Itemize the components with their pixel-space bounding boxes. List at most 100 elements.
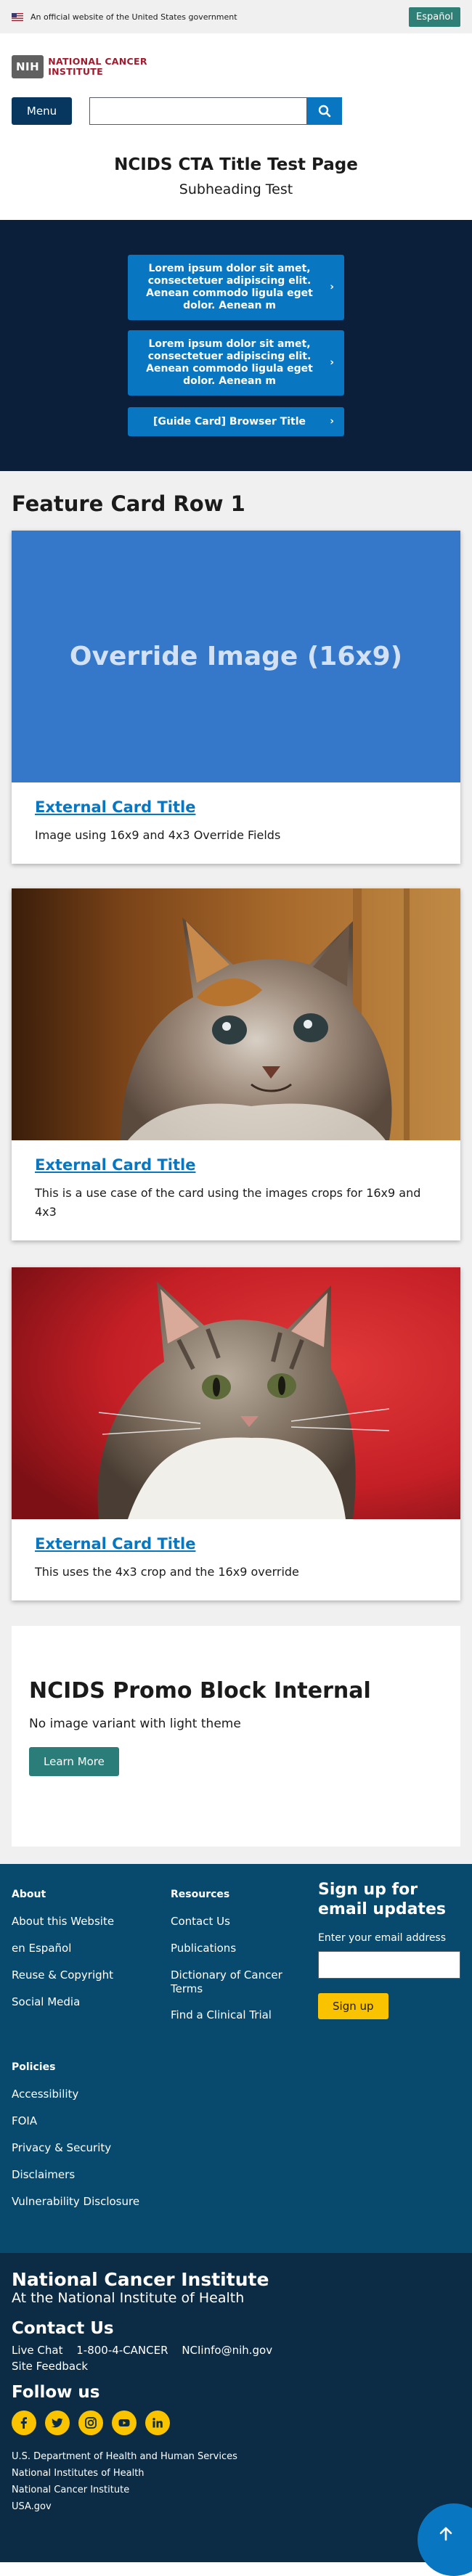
- bottom-footer: National Cancer Institute At the Nationa…: [0, 2253, 472, 2576]
- twitter-icon[interactable]: [45, 2411, 70, 2435]
- nci-logo[interactable]: NIH NATIONAL CANCER INSTITUTE: [12, 55, 460, 78]
- email-link[interactable]: NCIinfo@nih.gov: [182, 2344, 272, 2357]
- card-title-link[interactable]: External Card Title: [35, 798, 437, 816]
- site-header: NIH NATIONAL CANCER INSTITUTE Menu NCIDS…: [0, 33, 472, 197]
- kitten-image: [12, 1267, 460, 1519]
- cta-button-2[interactable]: Lorem ipsum dolor sit amet, consectetuer…: [128, 330, 344, 396]
- learn-more-button[interactable]: Learn More: [29, 1747, 119, 1776]
- footer-link[interactable]: Dictionary of Cancer Terms: [171, 1968, 290, 1996]
- footer-link[interactable]: Reuse & Copyright: [12, 1968, 114, 1982]
- social-links: [12, 2411, 447, 2435]
- agency-link[interactable]: USA.gov: [12, 2498, 447, 2515]
- card-body: External Card Title Image using 16x9 and…: [12, 782, 460, 864]
- phone-link[interactable]: 1-800-4-CANCER: [76, 2344, 168, 2357]
- live-chat-link[interactable]: Live Chat: [12, 2344, 62, 2357]
- agency-link[interactable]: National Cancer Institute: [12, 2482, 447, 2498]
- footer-link[interactable]: About this Website: [12, 1915, 114, 1928]
- feature-card-row: Feature Card Row 1 Override Image (16x9)…: [0, 471, 472, 1626]
- kitten-tabby-image: [12, 1267, 460, 1519]
- agency-link[interactable]: U.S. Department of Health and Human Serv…: [12, 2448, 447, 2465]
- footer-link[interactable]: Accessibility: [12, 2088, 139, 2101]
- cta-button-3[interactable]: [Guide Card] Browser Title ›: [128, 407, 344, 436]
- gov-banner-left: An official website of the United States…: [12, 12, 237, 22]
- section-title: Feature Card Row 1: [12, 491, 245, 516]
- youtube-icon[interactable]: [112, 2411, 137, 2435]
- footer-link[interactable]: Publications: [171, 1942, 290, 1955]
- footer-link[interactable]: Privacy & Security: [12, 2141, 139, 2154]
- footer-link[interactable]: Find a Clinical Trial: [171, 2008, 290, 2021]
- logo-line-1: NATIONAL CANCER: [48, 56, 147, 67]
- footer-resources-title: Resources: [171, 1889, 230, 1900]
- follow-title: Follow us: [12, 2383, 100, 2402]
- language-button[interactable]: Español: [408, 7, 460, 27]
- signup-title: Sign up for email updates: [318, 1881, 446, 1918]
- card-description: This is a use case of the card using the…: [35, 1186, 421, 1219]
- footer-about-title: About: [12, 1889, 46, 1900]
- cta-button-label: Lorem ipsum dolor sit amet, consectetuer…: [146, 263, 313, 311]
- cta-strip: Lorem ipsum dolor sit amet, consectetuer…: [0, 220, 472, 471]
- signup-button[interactable]: Sign up: [318, 1993, 388, 2019]
- override-image: Override Image (16x9): [12, 531, 460, 782]
- footer-link[interactable]: Disclaimers: [12, 2168, 139, 2181]
- linkedin-icon[interactable]: [145, 2411, 170, 2435]
- search-button[interactable]: [307, 97, 342, 125]
- kitten-image: [12, 888, 460, 1140]
- nih-badge: NIH: [12, 55, 44, 78]
- agency-link[interactable]: National Institutes of Health: [12, 2465, 447, 2482]
- cta-button-label: Lorem ipsum dolor sit amet, consectetuer…: [146, 338, 313, 387]
- promo-description: No image variant with light theme: [29, 1717, 241, 1731]
- chevron-right-icon: ›: [330, 415, 334, 428]
- footer-about: About About this Website en Español Reus…: [12, 1889, 114, 2008]
- nav-row: Menu: [12, 97, 460, 125]
- menu-button[interactable]: Menu: [12, 97, 72, 125]
- org-subtitle: At the National Institute of Health: [12, 2290, 245, 2306]
- contact-row: Live Chat 1-800-4-CANCER NCIinfo@nih.gov: [12, 2344, 447, 2357]
- card-title-link[interactable]: External Card Title: [35, 1156, 437, 1174]
- promo-block-section: NCIDS Promo Block Internal No image vari…: [0, 1626, 472, 1864]
- override-image-text: Override Image (16x9): [69, 642, 403, 671]
- footer-link[interactable]: Contact Us: [171, 1915, 290, 1928]
- footer-policies-title: Policies: [12, 2061, 56, 2073]
- card-description: Image using 16x9 and 4x3 Override Fields: [35, 828, 281, 842]
- instagram-icon[interactable]: [78, 2411, 103, 2435]
- cta-button-1[interactable]: Lorem ipsum dolor sit amet, consectetuer…: [128, 255, 344, 320]
- contact-title: Contact Us: [12, 2319, 114, 2338]
- footer-link[interactable]: en Español: [12, 1942, 114, 1955]
- arrow-up-icon: [439, 2527, 452, 2541]
- title-block: NCIDS CTA Title Test Page Subheading Tes…: [12, 125, 460, 197]
- footer-signup: Sign up for email updates Enter your ema…: [318, 1880, 463, 2019]
- footer-resources: Resources Contact Us Publications Dictio…: [171, 1889, 290, 2021]
- card-title-link[interactable]: External Card Title: [35, 1535, 437, 1553]
- logo-line-2: INSTITUTE: [48, 66, 103, 77]
- search-input[interactable]: [89, 97, 307, 125]
- site-footer: About About this Website en Español Reus…: [0, 1864, 472, 2253]
- chevron-right-icon: ›: [330, 356, 334, 369]
- page-subtitle: Subheading Test: [179, 181, 293, 197]
- footer-link[interactable]: FOIA: [12, 2114, 139, 2127]
- footer-link[interactable]: Social Media: [12, 1995, 114, 2008]
- site-feedback-link[interactable]: Site Feedback: [12, 2360, 88, 2373]
- footer-identity: National Cancer Institute At the Nationa…: [12, 2269, 447, 2515]
- feature-card-3[interactable]: External Card Title This uses the 4x3 cr…: [12, 1267, 460, 1600]
- email-input[interactable]: [318, 1951, 460, 1979]
- kitten-calico-image: [12, 888, 460, 1140]
- gov-banner-text: An official website of the United States…: [30, 12, 237, 22]
- logo-text: NATIONAL CANCER INSTITUTE: [48, 57, 147, 77]
- card-description: This uses the 4x3 crop and the 16x9 over…: [35, 1565, 299, 1579]
- promo-block: NCIDS Promo Block Internal No image vari…: [12, 1626, 460, 1847]
- cta-button-label: [Guide Card] Browser Title: [152, 415, 306, 428]
- card-body: External Card Title This is a use case o…: [12, 1140, 460, 1240]
- card-body: External Card Title This uses the 4x3 cr…: [12, 1519, 460, 1600]
- email-label: Enter your email address: [318, 1932, 447, 1944]
- search-form: [89, 97, 342, 125]
- footer-link[interactable]: Vulnerability Disclosure: [12, 2195, 139, 2208]
- chevron-right-icon: ›: [330, 281, 334, 293]
- feature-card-1[interactable]: Override Image (16x9) External Card Titl…: [12, 531, 460, 864]
- search-icon: [318, 105, 331, 118]
- gov-banner: An official website of the United States…: [0, 0, 472, 33]
- us-flag-icon: [12, 12, 23, 21]
- agency-links: U.S. Department of Health and Human Serv…: [12, 2448, 447, 2515]
- feature-card-2[interactable]: External Card Title This is a use case o…: [12, 888, 460, 1240]
- facebook-icon[interactable]: [12, 2411, 36, 2435]
- promo-title: NCIDS Promo Block Internal: [29, 1678, 371, 1704]
